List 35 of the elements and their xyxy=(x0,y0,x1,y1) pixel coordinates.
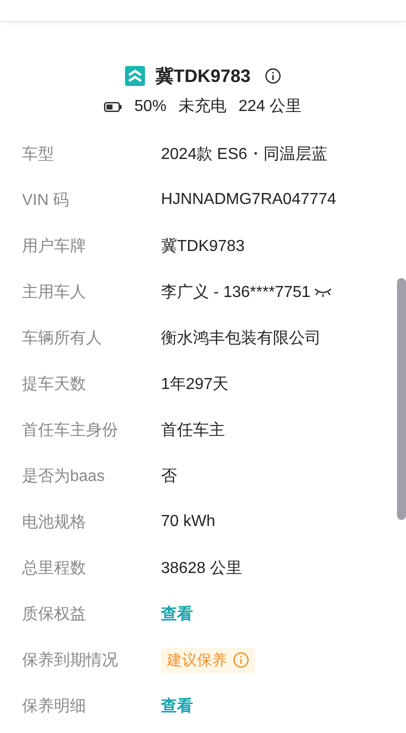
field-value: 冀TDK9783 xyxy=(161,236,245,256)
info-icon[interactable] xyxy=(264,68,281,84)
field-label: VIN 码 xyxy=(22,190,70,210)
field-value: HJNNADMG7RA047774 xyxy=(161,191,336,209)
field-value: 否 xyxy=(161,466,177,486)
view-link[interactable]: 查看 xyxy=(161,696,193,716)
field-label: 用户车牌 xyxy=(22,236,87,256)
field-label: 电池规格 xyxy=(22,512,87,532)
status-tag: 建议保养 xyxy=(161,648,255,672)
field-label: 首任车主身份 xyxy=(22,420,119,440)
battery-percent: 50% xyxy=(134,98,166,116)
field-label: 是否为baas xyxy=(22,466,106,486)
field-value: 2024款 ES6・同温层蓝 xyxy=(161,144,328,164)
field-value: 衡水鸿丰包装有限公司 xyxy=(161,328,321,348)
field-value: 38628 公里 xyxy=(161,558,242,578)
field-label: 提车天数 xyxy=(22,374,87,394)
logo-icon xyxy=(125,66,146,86)
plate-number: 冀TDK9783 xyxy=(155,65,251,88)
range-text: 224 公里 xyxy=(238,97,302,117)
field-label: 质保权益 xyxy=(22,604,87,624)
eye-closed-icon[interactable] xyxy=(314,287,332,297)
field-value: 李广义 - 136****7751 xyxy=(161,282,310,302)
field-label: 车辆所有人 xyxy=(22,328,103,348)
field-label: 保养到期情况 xyxy=(22,650,119,670)
field-value: 1年297天 xyxy=(161,374,229,394)
field-label: 车型 xyxy=(22,144,55,164)
field-value: 70 kWh xyxy=(161,513,216,531)
view-link[interactable]: 查看 xyxy=(161,604,193,624)
field-label: 总里程数 xyxy=(22,558,87,578)
scrollbar[interactable] xyxy=(397,278,406,520)
field-label: 主用车人 xyxy=(22,282,87,302)
battery-icon xyxy=(104,102,122,112)
field-label: 保养明细 xyxy=(22,696,87,716)
charging-status: 未充电 xyxy=(178,96,226,117)
field-value: 首任车主 xyxy=(161,420,225,440)
